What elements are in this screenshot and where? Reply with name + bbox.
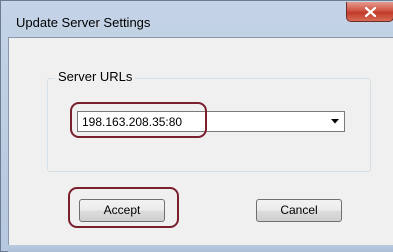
window-bottom-border bbox=[8, 245, 393, 252]
highlight-server-url bbox=[70, 102, 207, 138]
close-icon bbox=[365, 7, 376, 17]
highlight-accept bbox=[68, 187, 179, 228]
close-button[interactable] bbox=[346, 2, 393, 22]
window-title: Update Server Settings bbox=[16, 15, 151, 30]
chevron-down-icon[interactable] bbox=[331, 119, 339, 124]
cancel-button[interactable]: Cancel bbox=[256, 199, 342, 222]
group-label: Server URLs bbox=[55, 69, 136, 84]
title-bar[interactable]: Update Server Settings bbox=[1, 1, 393, 39]
